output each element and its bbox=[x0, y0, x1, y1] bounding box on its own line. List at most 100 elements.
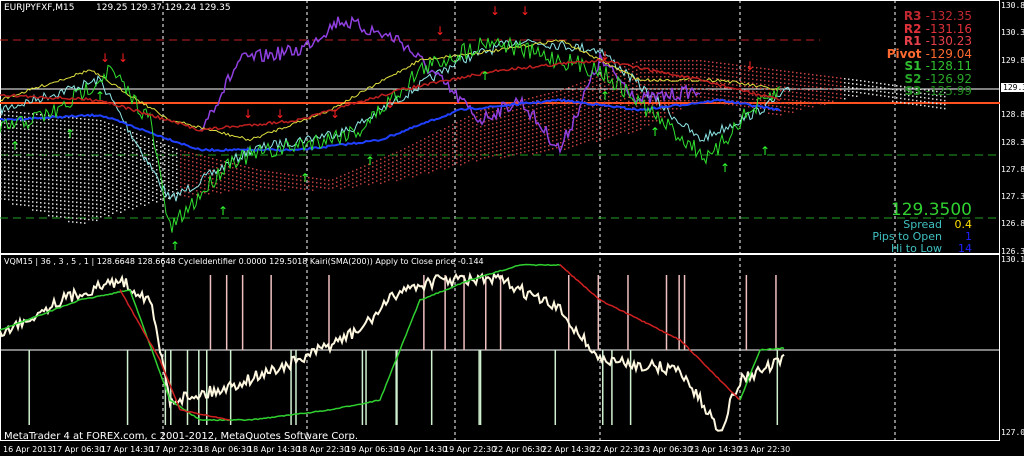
cloud-dot bbox=[64, 172, 66, 174]
cloud-dot bbox=[124, 177, 126, 179]
cloud-dot bbox=[72, 221, 74, 223]
cloud-dot bbox=[432, 154, 434, 156]
cloud-dot bbox=[60, 136, 62, 138]
cloud-dot bbox=[8, 174, 10, 177]
cloud-dot bbox=[144, 192, 146, 194]
cloud-dot bbox=[568, 87, 570, 89]
cloud-dot bbox=[596, 112, 598, 114]
cloud-dot bbox=[56, 191, 58, 194]
cloud-dot bbox=[192, 181, 194, 183]
cloud-dot bbox=[600, 107, 602, 109]
cloud-dot bbox=[156, 193, 158, 195]
cloud-dot bbox=[816, 82, 818, 84]
cloud-dot bbox=[112, 152, 114, 154]
cloud-dot bbox=[128, 202, 130, 204]
cloud-dot bbox=[144, 136, 146, 138]
cloud-dot bbox=[888, 83, 890, 86]
cloud-dot bbox=[612, 110, 614, 112]
cloud-dot bbox=[172, 171, 174, 173]
cloud-dot bbox=[136, 205, 138, 207]
cloud-dot bbox=[712, 89, 714, 91]
cloud-dot bbox=[80, 154, 82, 156]
cloud-dot bbox=[356, 172, 358, 175]
cloud-dot bbox=[608, 116, 610, 118]
cloud-dot bbox=[196, 166, 198, 168]
cloud-dot bbox=[128, 134, 130, 136]
cloud-dot bbox=[96, 159, 98, 162]
cloud-dot bbox=[484, 137, 486, 139]
cloud-dot bbox=[704, 76, 706, 78]
cloud-dot bbox=[532, 97, 534, 99]
cloud-dot bbox=[716, 82, 718, 84]
cloud-dot bbox=[680, 84, 682, 86]
cloud-dot bbox=[96, 219, 98, 222]
cloud-dot bbox=[60, 164, 62, 166]
cloud-dot bbox=[120, 203, 122, 205]
cloud-dot bbox=[200, 191, 202, 193]
cloud-dot bbox=[404, 152, 406, 154]
cloud-dot bbox=[400, 162, 402, 164]
cloud-dot bbox=[760, 91, 762, 93]
cloud-dot bbox=[560, 122, 562, 124]
cloud-dot bbox=[680, 68, 682, 70]
price-chart[interactable]: ↓ ↓↓ ↓ ↓↓↓↓ ↓↓↓↑↑↑↑↑↑↑↑↑↑↑↑ bbox=[0, 0, 1024, 456]
cloud-dot bbox=[560, 110, 562, 112]
cloud-dot bbox=[544, 106, 546, 108]
cloud-dot bbox=[576, 88, 578, 90]
cloud-dot bbox=[88, 154, 90, 157]
cloud-dot bbox=[596, 108, 598, 110]
cloud-dot bbox=[88, 142, 90, 145]
cloud-dot bbox=[512, 130, 514, 132]
cloud-dot bbox=[160, 150, 162, 152]
cloud-dot bbox=[276, 172, 278, 174]
cloud-dot bbox=[772, 69, 774, 71]
cloud-dot bbox=[4, 170, 6, 172]
cloud-dot bbox=[828, 76, 830, 78]
cloud-dot bbox=[16, 167, 18, 170]
cloud-dot bbox=[492, 127, 494, 129]
cloud-dot bbox=[812, 82, 814, 84]
cloud-dot bbox=[588, 135, 590, 137]
cloud-dot bbox=[620, 123, 622, 125]
cloud-dot bbox=[36, 137, 38, 140]
cloud-dot bbox=[460, 140, 462, 142]
cloud-dot bbox=[60, 172, 62, 174]
cloud-dot bbox=[540, 99, 542, 101]
buy-arrow-icon: ↑ bbox=[10, 139, 20, 153]
cloud-dot bbox=[684, 100, 686, 102]
cloud-dot bbox=[488, 112, 490, 114]
cloud-dot bbox=[144, 196, 146, 198]
cloud-dot bbox=[244, 174, 246, 176]
cloud-dot bbox=[140, 167, 142, 169]
cloud-dot bbox=[124, 129, 126, 131]
cloud-dot bbox=[32, 209, 34, 211]
cloud-dot bbox=[768, 80, 770, 82]
cloud-dot bbox=[204, 192, 206, 194]
cloud-dot bbox=[724, 103, 726, 105]
cloud-dot bbox=[580, 98, 582, 100]
cloud-dot bbox=[524, 99, 526, 101]
cloud-dot bbox=[92, 147, 94, 149]
cloud-dot bbox=[428, 160, 430, 162]
cloud-dot bbox=[72, 145, 74, 147]
cloud-dot bbox=[20, 124, 22, 126]
cloud-dot bbox=[716, 62, 718, 64]
cloud-dot bbox=[564, 88, 566, 90]
cloud-dot bbox=[204, 156, 206, 158]
cloud-dot bbox=[164, 176, 166, 178]
cloud-dot bbox=[664, 104, 666, 106]
cloud-dot bbox=[4, 182, 6, 184]
cloud-dot bbox=[52, 127, 54, 129]
cloud-dot bbox=[152, 175, 154, 177]
cloud-dot bbox=[456, 162, 458, 164]
cloud-dot bbox=[68, 152, 70, 155]
cloud-dot bbox=[56, 143, 58, 146]
cloud-dot bbox=[104, 213, 106, 215]
cloud-dot bbox=[588, 91, 590, 93]
cloud-dot bbox=[12, 183, 14, 185]
cloud-dot bbox=[568, 95, 570, 97]
cloud-dot bbox=[204, 180, 206, 182]
cloud-dot bbox=[872, 85, 874, 88]
cloud-dot bbox=[616, 117, 618, 119]
cloud-dot bbox=[208, 161, 210, 163]
